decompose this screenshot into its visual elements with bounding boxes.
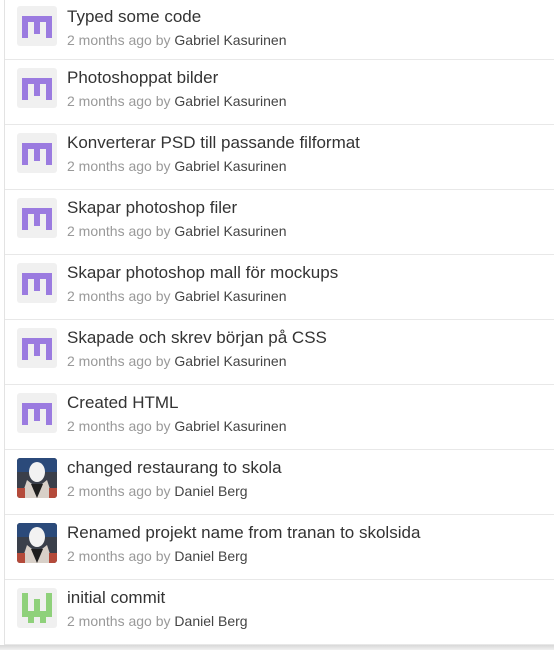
commit-author[interactable]: Gabriel Kasurinen (174, 93, 286, 109)
commit-time: 2 months ago (67, 158, 152, 174)
commit-meta: 2 months ago by Daniel Berg (67, 482, 248, 500)
commit-row[interactable]: Skapar photoshop mall för mockups 2 mont… (5, 255, 554, 320)
commit-time: 2 months ago (67, 418, 152, 434)
commit-meta: 2 months ago by Gabriel Kasurinen (67, 157, 286, 175)
by-label: by (155, 418, 171, 434)
commit-row[interactable]: Skapade och skrev början på CSS 2 months… (5, 320, 554, 385)
user-photo-icon (17, 458, 57, 498)
commit-time: 2 months ago (67, 483, 152, 499)
by-label: by (155, 483, 171, 499)
photo-avatar[interactable] (17, 458, 57, 498)
identicon-purple-icon (17, 6, 57, 46)
commit-row[interactable]: Photoshoppat bilder 2 months ago by Gabr… (5, 60, 554, 125)
commit-row[interactable]: Skapar photoshop filer 2 months ago by G… (5, 190, 554, 255)
identicon-purple-icon (17, 198, 57, 238)
by-label: by (155, 353, 171, 369)
commit-row[interactable]: Created HTML 2 months ago by Gabriel Kas… (5, 385, 554, 450)
identicon-purple-icon (17, 263, 57, 303)
commit-meta: 2 months ago by Gabriel Kasurinen (67, 352, 286, 370)
commit-row[interactable]: Konverterar PSD till passande filformat … (5, 125, 554, 190)
by-label: by (155, 288, 171, 304)
commit-row[interactable]: changed restaurang to skola 2 months ago… (5, 450, 554, 515)
commit-message[interactable]: Renamed projekt name from tranan to skol… (67, 522, 420, 544)
commit-meta: 2 months ago by Gabriel Kasurinen (67, 92, 286, 110)
identicon-purple-avatar[interactable] (17, 328, 57, 368)
identicon-purple-icon (17, 328, 57, 368)
commit-message[interactable]: Skapar photoshop mall för mockups (67, 262, 338, 284)
commit-meta: 2 months ago by Daniel Berg (67, 547, 248, 565)
identicon-purple-avatar[interactable] (17, 393, 57, 433)
by-label: by (155, 93, 171, 109)
commit-row[interactable]: initial commit 2 months ago by Daniel Be… (5, 580, 554, 645)
commit-message[interactable]: Created HTML (67, 392, 178, 414)
commit-author[interactable]: Daniel Berg (174, 613, 247, 629)
by-label: by (155, 613, 171, 629)
identicon-purple-avatar[interactable] (17, 133, 57, 173)
commit-time: 2 months ago (67, 548, 152, 564)
commit-author[interactable]: Gabriel Kasurinen (174, 158, 286, 174)
commit-author[interactable]: Gabriel Kasurinen (174, 418, 286, 434)
commit-time: 2 months ago (67, 32, 152, 48)
commit-time: 2 months ago (67, 93, 152, 109)
commit-time: 2 months ago (67, 613, 152, 629)
identicon-purple-icon (17, 133, 57, 173)
commit-author[interactable]: Gabriel Kasurinen (174, 353, 286, 369)
by-label: by (155, 223, 171, 239)
commit-author[interactable]: Gabriel Kasurinen (174, 223, 286, 239)
commit-message[interactable]: initial commit (67, 587, 165, 609)
identicon-purple-icon (17, 393, 57, 433)
commit-time: 2 months ago (67, 353, 152, 369)
identicon-purple-avatar[interactable] (17, 68, 57, 108)
commit-author[interactable]: Gabriel Kasurinen (174, 32, 286, 48)
commit-meta: 2 months ago by Gabriel Kasurinen (67, 417, 286, 435)
identicon-purple-avatar[interactable] (17, 198, 57, 238)
commit-meta: 2 months ago by Gabriel Kasurinen (67, 287, 286, 305)
by-label: by (155, 158, 171, 174)
commit-meta: 2 months ago by Gabriel Kasurinen (67, 31, 286, 49)
by-label: by (155, 548, 171, 564)
commit-message[interactable]: Typed some code (67, 6, 201, 28)
commit-meta: 2 months ago by Daniel Berg (67, 612, 248, 630)
commit-author[interactable]: Daniel Berg (174, 548, 247, 564)
identicon-green-icon (17, 588, 57, 628)
identicon-green-avatar[interactable] (17, 588, 57, 628)
commit-message[interactable]: Skapar photoshop filer (67, 197, 237, 219)
commit-author[interactable]: Gabriel Kasurinen (174, 288, 286, 304)
commit-message[interactable]: Konverterar PSD till passande filformat (67, 132, 360, 154)
bottom-divider (0, 645, 554, 650)
commit-message[interactable]: Photoshoppat bilder (67, 67, 218, 89)
photo-avatar[interactable] (17, 523, 57, 563)
commit-time: 2 months ago (67, 288, 152, 304)
commit-author[interactable]: Daniel Berg (174, 483, 247, 499)
commit-row[interactable]: Typed some code 2 months ago by Gabriel … (5, 0, 554, 60)
identicon-purple-icon (17, 68, 57, 108)
identicon-purple-avatar[interactable] (17, 263, 57, 303)
commit-row[interactable]: Renamed projekt name from tranan to skol… (5, 515, 554, 580)
user-photo-icon (17, 523, 57, 563)
commit-message[interactable]: changed restaurang to skola (67, 457, 282, 479)
commit-time: 2 months ago (67, 223, 152, 239)
commit-message[interactable]: Skapade och skrev början på CSS (67, 327, 327, 349)
commit-list: Typed some code 2 months ago by Gabriel … (4, 0, 554, 645)
identicon-purple-avatar[interactable] (17, 6, 57, 46)
by-label: by (155, 32, 171, 48)
commit-meta: 2 months ago by Gabriel Kasurinen (67, 222, 286, 240)
